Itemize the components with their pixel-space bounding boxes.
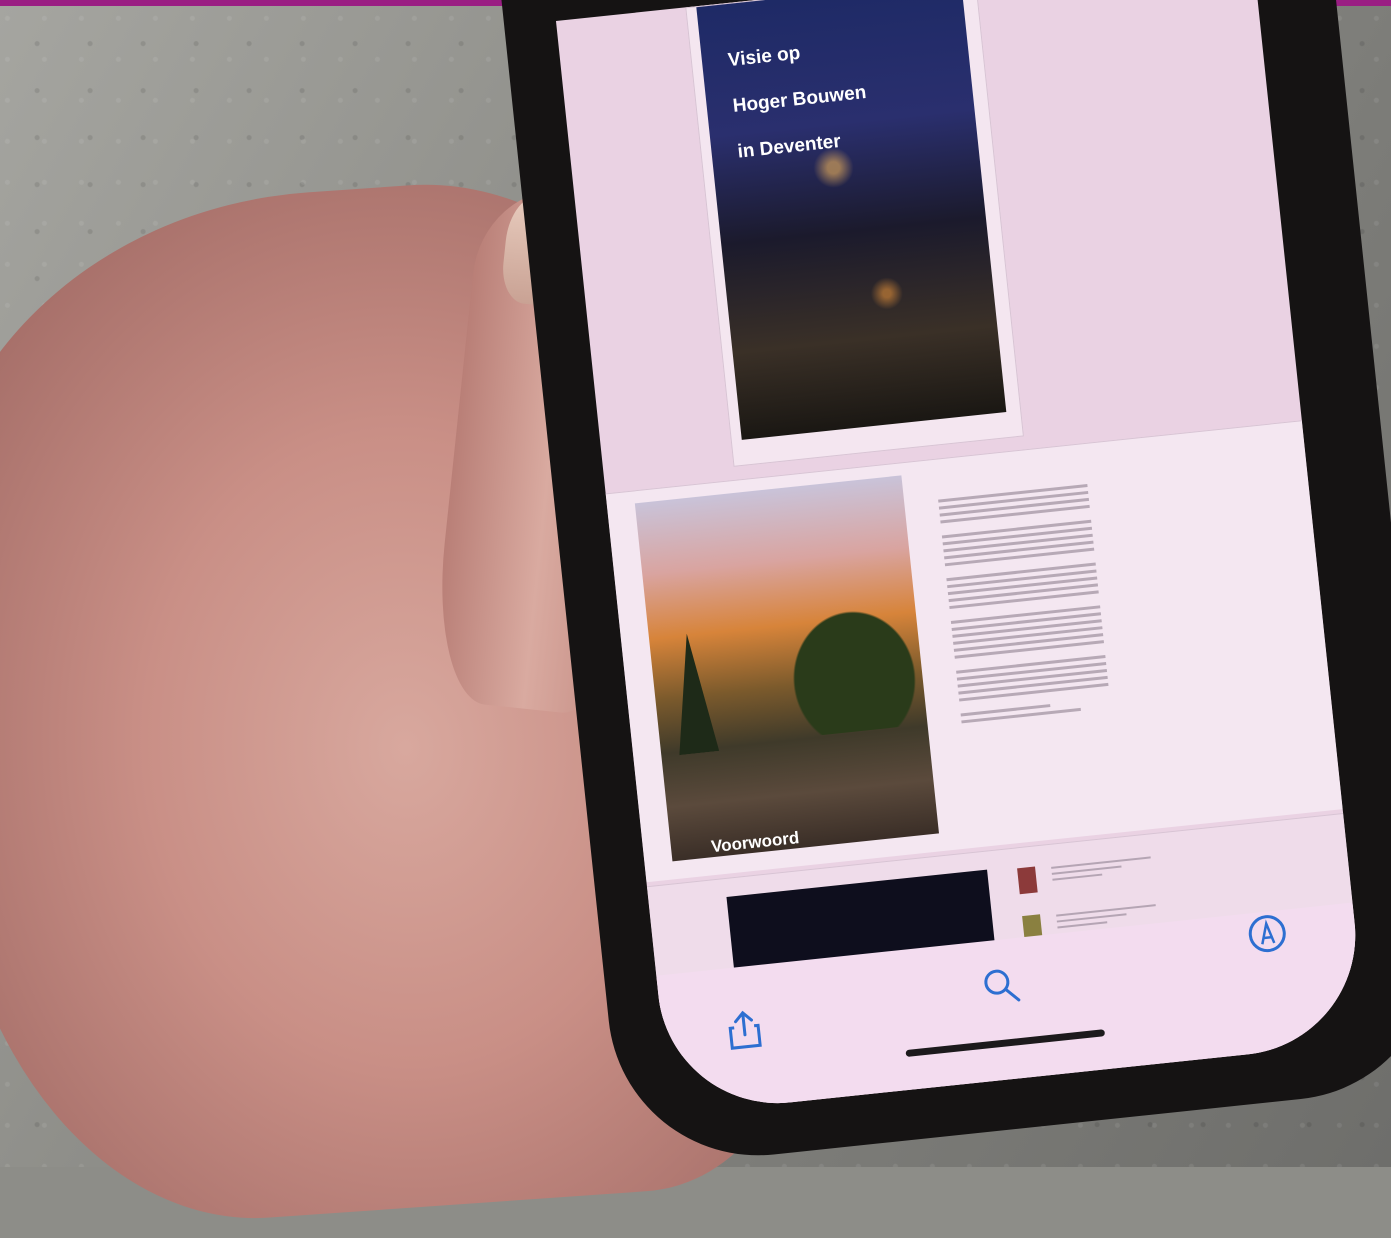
markup-pen-icon[interactable] <box>1243 909 1291 957</box>
phone-screen: Visie op Hoger Bouwen in Deventer Voorwo… <box>555 0 1368 1115</box>
pdf-cover-page[interactable]: Visie op Hoger Bouwen in Deventer <box>685 0 1024 467</box>
pdf-spread-page[interactable]: Voorwoord <box>605 420 1343 883</box>
body-text-column <box>938 483 1111 727</box>
search-icon[interactable] <box>977 962 1025 1010</box>
cover-title-line-3: in Deventer <box>736 130 842 163</box>
toc-text <box>1051 856 1152 884</box>
pine-tree <box>667 632 719 756</box>
tree-group <box>776 594 930 739</box>
smartphone: Visie op Hoger Bouwen in Deventer Voorwo… <box>500 0 1391 1171</box>
cover-title-line-2: Hoger Bouwen <box>731 82 868 117</box>
toc-thumbnail <box>1017 866 1038 895</box>
home-indicator[interactable] <box>905 1029 1106 1058</box>
voorwoord-photo: Voorwoord <box>634 475 939 862</box>
cover-title: Visie op Hoger Bouwen in Deventer <box>724 3 960 186</box>
cover-title-line-1: Visie op <box>726 42 802 72</box>
cover-night-photo: Visie op Hoger Bouwen in Deventer <box>696 0 1007 440</box>
voorwoord-label: Voorwoord <box>710 828 801 857</box>
share-icon[interactable] <box>720 1005 768 1053</box>
